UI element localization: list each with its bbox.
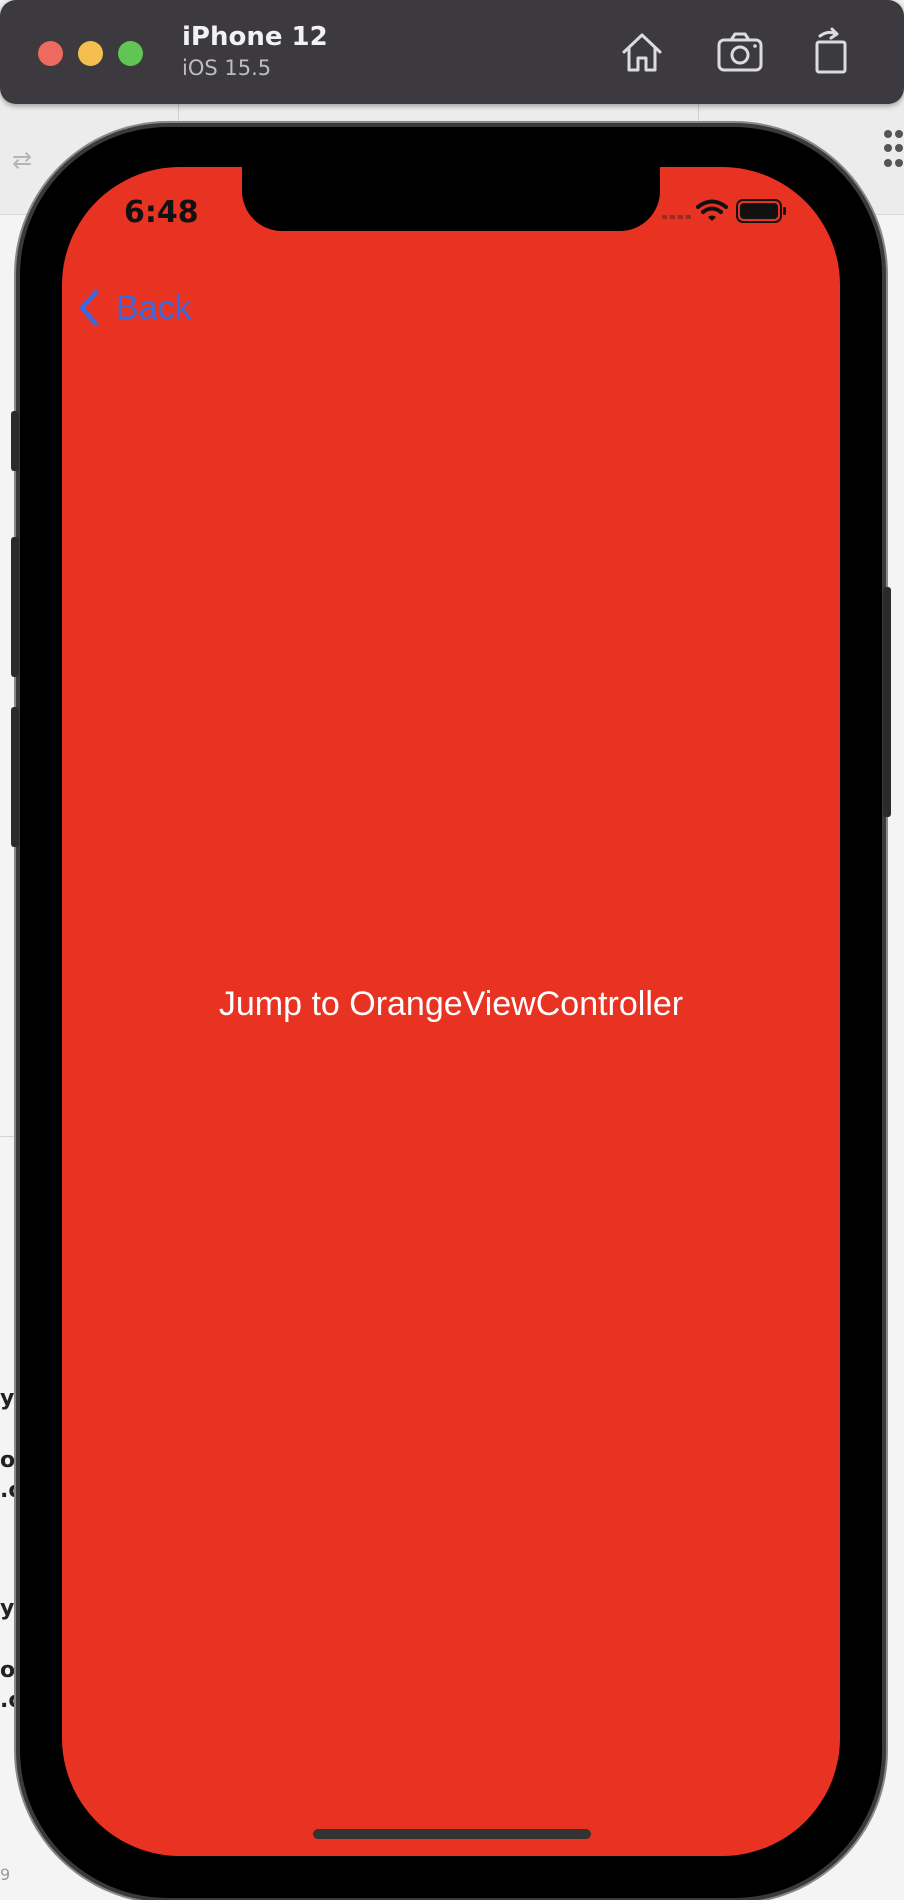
window-close-button[interactable] — [38, 41, 63, 66]
battery-icon — [736, 199, 786, 223]
toolbar-divider — [698, 104, 699, 126]
status-time: 6:48 — [124, 195, 199, 230]
iphone-frame: 6:48 Back Jump to OrangeViewController — [11, 127, 891, 1898]
home-icon[interactable] — [616, 26, 668, 78]
power-button — [883, 587, 891, 817]
wifi-icon — [696, 199, 728, 221]
os-version: iOS 15.5 — [182, 56, 272, 80]
volume-down-button — [11, 707, 19, 847]
signal-icon — [662, 215, 691, 219]
toolbar-divider — [178, 104, 179, 126]
window-minimize-button[interactable] — [78, 41, 103, 66]
chevron-left-icon — [79, 289, 99, 327]
home-indicator[interactable] — [313, 1829, 591, 1839]
notch — [242, 167, 660, 231]
line-number: 9 — [0, 1865, 11, 1884]
back-button[interactable]: Back — [76, 283, 192, 333]
app-screen: 6:48 Back Jump to OrangeViewController — [62, 167, 840, 1856]
back-button-label: Back — [116, 288, 192, 327]
mute-switch — [11, 411, 19, 471]
swap-arrows-icon[interactable]: ⇄ — [12, 146, 32, 175]
rotate-icon[interactable] — [806, 26, 858, 78]
screenshot-icon[interactable] — [714, 26, 766, 78]
jump-to-orange-button[interactable]: Jump to OrangeViewController — [62, 985, 840, 1024]
simulator-desktop: ⇄ yb ou .c yb ou .c 9 iPhone 12 iOS 15.5 — [0, 0, 904, 1900]
simulator-titlebar: iPhone 12 iOS 15.5 — [0, 0, 904, 104]
volume-up-button — [11, 537, 19, 677]
status-icons — [662, 197, 812, 227]
grid-dots-icon[interactable] — [884, 130, 904, 170]
device-name: iPhone 12 — [182, 22, 328, 52]
window-zoom-button[interactable] — [118, 41, 143, 66]
